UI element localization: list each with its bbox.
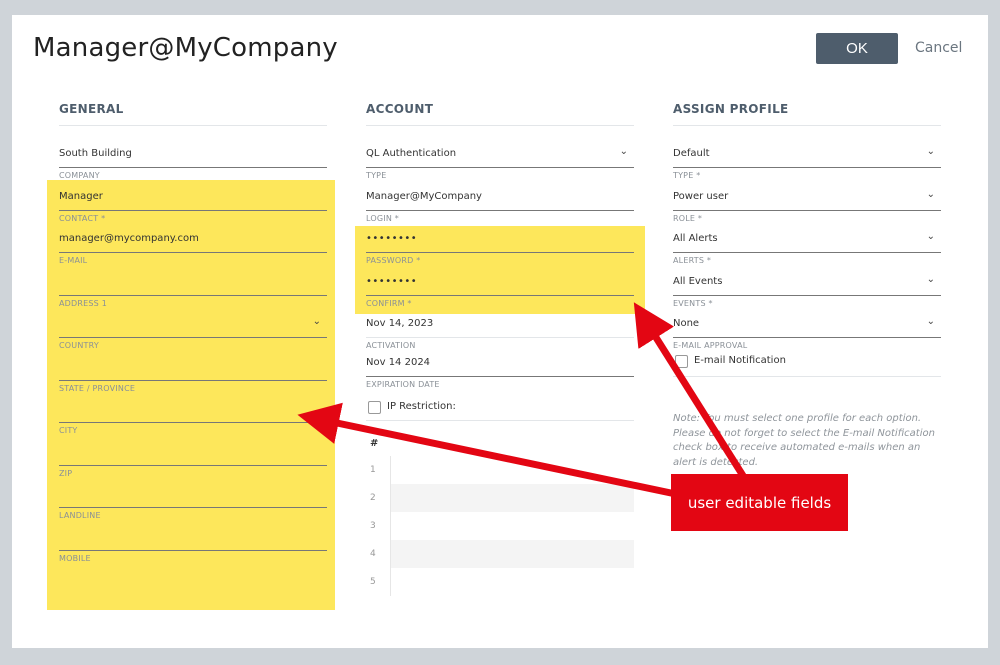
account-heading: ACCOUNT [366,98,634,126]
profile-type-value: Default [673,148,710,159]
chevron-down-icon: ⌄ [926,231,935,242]
ip-restriction-row: IP Restriction: [366,393,634,421]
chevron-down-icon: ⌄ [312,316,321,327]
mobile-label: MOBILE [59,553,91,563]
password-label: PASSWORD * [366,256,421,265]
general-section: GENERAL South Building COMPANY Manager C… [59,98,327,567]
auth-type-label: TYPE [366,171,387,180]
company-label: COMPANY [59,171,100,180]
zip-label: ZIP [59,468,73,478]
email-label: E-MAIL [59,256,88,265]
ip-cell[interactable] [390,484,634,512]
ip-table: # 1 2 3 4 5 [366,428,634,596]
confirm-value: •••••••• [366,275,418,287]
table-row[interactable]: 2 [366,484,634,512]
ip-restriction-checkbox[interactable] [368,401,381,414]
company-field[interactable]: South Building COMPANY [59,142,327,185]
login-value: Manager@MyCompany [366,190,482,202]
login-label: LOGIN * [366,213,399,223]
table-row[interactable]: 5 [366,568,634,596]
table-row[interactable]: 1 [366,456,634,484]
landline-field[interactable]: LANDLINE [59,482,327,525]
email-notification-checkbox[interactable] [675,354,688,368]
company-value: South Building [59,148,132,159]
expiration-date-field[interactable]: Nov 14 2024 EXPIRATION DATE [366,355,634,398]
alerts-value: All Alerts [673,233,718,244]
chevron-down-icon: ⌄ [926,316,935,327]
chevron-down-icon: ⌄ [619,146,628,157]
address1-label: ADDRESS 1 [59,298,107,308]
row-number: 4 [370,549,376,559]
ip-cell[interactable] [390,456,634,484]
profile-note: Note: You must select one profile for ea… [673,413,935,468]
chevron-down-icon: ⌄ [926,273,935,285]
row-number: 5 [370,577,376,587]
ip-table-header: # [370,438,379,449]
login-field[interactable]: Manager@MyCompany LOGIN * [366,185,634,228]
role-label: ROLE * [673,213,703,223]
role-value: Power user [673,190,729,202]
events-select[interactable]: All Events ⌄ EVENTS * [673,270,941,313]
table-row[interactable]: 3 [366,512,634,540]
password-value: •••••••• [366,233,418,244]
address1-field[interactable]: ADDRESS 1 [59,270,327,313]
assign-profile-section: ASSIGN PROFILE Default ⌄ TYPE * Power us… [673,98,941,468]
ok-button[interactable]: OK [816,33,898,64]
general-heading: GENERAL [59,98,327,126]
email-approval-value: None [673,318,700,329]
activation-label: ACTIVATION [366,341,416,350]
chevron-down-icon: ⌄ [926,146,935,157]
table-row[interactable]: 4 [366,540,634,568]
confirm-password-field[interactable]: •••••••• CONFIRM * [366,270,634,313]
state-field[interactable]: STATE / PROVINCE [59,355,327,398]
country-label: COUNTRY [59,341,99,350]
expiration-value: Nov 14 2024 [366,356,431,368]
mobile-field[interactable]: MOBILE [59,525,327,568]
role-select[interactable]: Power user ⌄ ROLE * [673,185,941,228]
country-select[interactable]: ⌄ COUNTRY [59,312,327,355]
alerts-label: ALERTS * [673,256,712,265]
activation-field[interactable]: Nov 14, 2023 ACTIVATION [366,312,634,355]
password-field[interactable]: •••••••• PASSWORD * [366,227,634,270]
row-number: 2 [370,493,376,503]
annotation-label: user editable fields [671,474,848,531]
alerts-select[interactable]: All Alerts ⌄ ALERTS * [673,227,941,270]
ip-cell[interactable] [390,512,634,540]
chevron-down-icon: ⌄ [926,188,935,200]
cancel-button[interactable]: Cancel [915,40,962,56]
profile-type-label: TYPE * [673,171,701,180]
ip-restriction-label: IP Restriction: [387,401,456,412]
auth-type-select[interactable]: QL Authentication ⌄ TYPE [366,142,634,185]
email-notification-label: E-mail Notification [694,354,786,366]
contact-label: CONTACT * [59,213,106,223]
ip-cell[interactable] [390,568,634,596]
row-number: 1 [370,465,376,475]
email-notification-row: E-mail Notification [673,347,941,377]
assign-profile-heading: ASSIGN PROFILE [673,98,941,126]
account-section: ACCOUNT QL Authentication ⌄ TYPE Manager… [366,98,634,596]
zip-field[interactable]: ZIP [59,440,327,483]
landline-label: LANDLINE [59,511,101,520]
contact-field[interactable]: Manager CONTACT * [59,185,327,228]
auth-type-value: QL Authentication [366,148,457,159]
city-label: CITY [59,426,78,435]
row-number: 3 [370,521,376,531]
expiration-label: EXPIRATION DATE [366,379,440,389]
events-value: All Events [673,275,723,287]
activation-value: Nov 14, 2023 [366,318,434,329]
profile-type-select[interactable]: Default ⌄ TYPE * [673,142,941,185]
email-field[interactable]: manager@mycompany.com E-MAIL [59,227,327,270]
user-dialog: Manager@MyCompany OK Cancel GENERAL Sout… [12,15,988,648]
state-label: STATE / PROVINCE [59,383,136,393]
confirm-label: CONFIRM * [366,298,412,308]
contact-value: Manager [59,190,103,202]
email-value: manager@mycompany.com [59,233,199,244]
city-field[interactable]: CITY [59,397,327,440]
events-label: EVENTS * [673,298,713,308]
dialog-title: Manager@MyCompany [33,33,338,63]
ip-cell[interactable] [390,540,634,568]
